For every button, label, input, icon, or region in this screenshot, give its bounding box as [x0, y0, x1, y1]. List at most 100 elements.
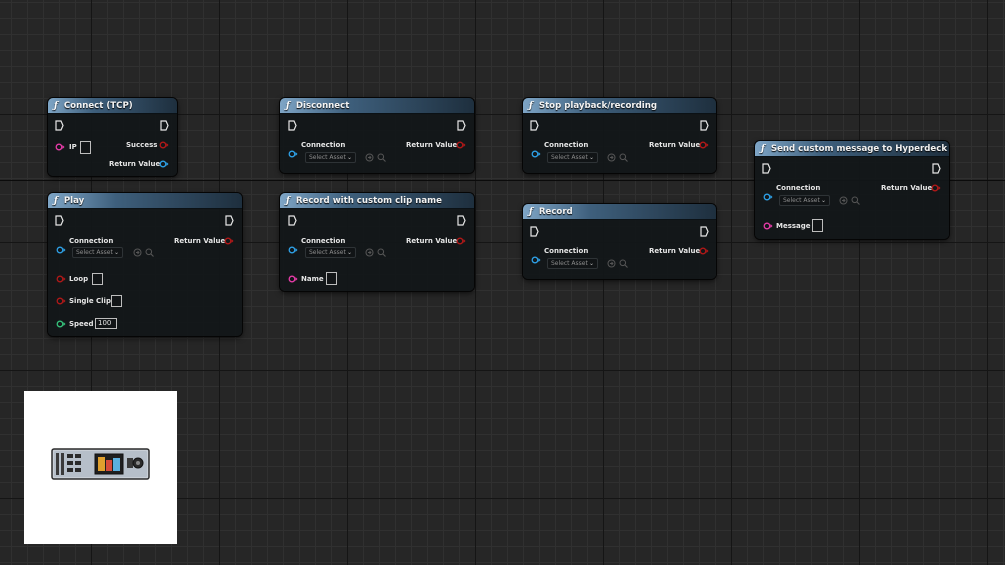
exec-in-pin-icon[interactable] [762, 163, 771, 174]
loop-pin-icon[interactable] [56, 275, 66, 283]
select-asset-text: Select Asset [783, 197, 820, 204]
node-header[interactable]: ƒ Stop playback/recording [523, 98, 716, 114]
browse-icon[interactable] [839, 196, 848, 205]
select-asset-dropdown[interactable]: Select Asset ⌄ [779, 195, 830, 206]
return-value-label: Return Value [174, 237, 226, 245]
select-asset-dropdown[interactable]: Select Asset ⌄ [305, 247, 356, 258]
name-input[interactable] [326, 272, 337, 285]
connection-pin-icon[interactable] [56, 246, 66, 254]
node-header[interactable]: ƒ Record [523, 204, 716, 220]
return-value-pin-icon[interactable] [224, 237, 234, 245]
ip-pin-icon[interactable] [55, 143, 65, 151]
browse-icon[interactable] [607, 259, 616, 268]
node-record-custom-clip[interactable]: ƒ Record with custom clip name Connection… [280, 193, 474, 291]
single-clip-pin-icon[interactable] [56, 297, 66, 305]
chevron-down-icon: ⌄ [820, 197, 826, 204]
exec-in-pin-icon[interactable] [530, 226, 539, 237]
connection-pin-icon[interactable] [531, 150, 541, 158]
select-asset-dropdown[interactable]: Select Asset ⌄ [547, 258, 598, 269]
node-disconnect[interactable]: ƒ Disconnect Connection Select Asset ⌄ Ret… [280, 98, 474, 173]
select-asset-text: Select Asset [309, 249, 346, 256]
return-value-pin-icon[interactable] [931, 184, 941, 192]
search-icon[interactable] [377, 153, 386, 162]
exec-in-pin-icon[interactable] [55, 120, 64, 131]
single-clip-checkbox[interactable] [111, 295, 122, 307]
connection-pin-icon[interactable] [531, 256, 541, 264]
function-icon: ƒ [54, 100, 58, 111]
browse-icon[interactable] [365, 153, 374, 162]
connection-pin-icon[interactable] [763, 193, 773, 201]
function-icon: ƒ [286, 195, 290, 206]
exec-out-pin-icon[interactable] [457, 120, 466, 131]
return-value-label: Return Value [649, 247, 701, 255]
exec-in-pin-icon[interactable] [530, 120, 539, 131]
exec-out-pin-icon[interactable] [700, 120, 709, 131]
loop-label: Loop [69, 275, 89, 283]
browse-icon[interactable] [365, 248, 374, 257]
search-icon[interactable] [619, 153, 628, 162]
node-header[interactable]: ƒ Connect (TCP) [48, 98, 177, 114]
chevron-down-icon: ⌄ [346, 249, 352, 256]
search-icon[interactable] [851, 196, 860, 205]
ip-input[interactable] [80, 141, 91, 154]
node-stop-playback[interactable]: ƒ Stop playback/recording Connection Sele… [523, 98, 716, 173]
browse-icon[interactable] [607, 153, 616, 162]
speed-input[interactable]: 100 [95, 318, 117, 329]
return-value-pin-icon[interactable] [456, 237, 466, 245]
search-icon[interactable] [145, 248, 154, 257]
success-pin-icon[interactable] [159, 141, 169, 149]
select-asset-dropdown[interactable]: Select Asset ⌄ [547, 152, 598, 163]
function-icon: ƒ [54, 195, 58, 206]
function-icon: ƒ [529, 100, 533, 111]
exec-in-pin-icon[interactable] [288, 215, 297, 226]
message-input[interactable] [812, 219, 823, 232]
connection-label: Connection [301, 141, 346, 149]
exec-out-pin-icon[interactable] [700, 226, 709, 237]
return-value-pin-icon[interactable] [456, 141, 466, 149]
return-value-pin-icon[interactable] [699, 247, 709, 255]
node-title: Play [63, 195, 85, 206]
name-label: Name [301, 275, 324, 283]
hyperdeck-device-icon [51, 448, 150, 480]
function-icon: ƒ [286, 100, 290, 111]
select-asset-dropdown[interactable]: Select Asset ⌄ [305, 152, 356, 163]
select-asset-text: Select Asset [76, 249, 113, 256]
exec-in-pin-icon[interactable] [288, 120, 297, 131]
return-value-pin-icon[interactable] [699, 141, 709, 149]
exec-out-pin-icon[interactable] [932, 163, 941, 174]
node-connect-tcp[interactable]: ƒ Connect (TCP) IP Success Return Value [48, 98, 177, 176]
name-pin-icon[interactable] [288, 275, 298, 283]
ip-label: IP [69, 143, 77, 151]
connection-pin-icon[interactable] [288, 246, 298, 254]
node-title: Connect (TCP) [63, 100, 133, 111]
node-header[interactable]: ƒ Play [48, 193, 242, 209]
exec-out-pin-icon[interactable] [457, 215, 466, 226]
node-record[interactable]: ƒ Record Connection Select Asset ⌄ Return … [523, 204, 716, 279]
connection-label: Connection [301, 237, 346, 245]
node-header[interactable]: ƒ Disconnect [280, 98, 474, 114]
select-asset-dropdown[interactable]: Select Asset ⌄ [72, 247, 123, 258]
node-play[interactable]: ƒ Play Connection Select Asset ⌄ Return Va… [48, 193, 242, 336]
search-icon[interactable] [377, 248, 386, 257]
chevron-down-icon: ⌄ [113, 249, 119, 256]
browse-icon[interactable] [133, 248, 142, 257]
return-value-pin-icon[interactable] [159, 160, 169, 168]
loop-checkbox[interactable] [92, 273, 103, 285]
select-asset-text: Select Asset [309, 154, 346, 161]
speed-pin-icon[interactable] [56, 320, 66, 328]
exec-in-pin-icon[interactable] [55, 215, 64, 226]
node-title: Record with custom clip name [295, 195, 442, 206]
connection-label: Connection [776, 184, 821, 192]
node-title: Send custom message to Hyperdeck [770, 143, 948, 154]
select-asset-text: Select Asset [551, 154, 588, 161]
node-send-custom-message[interactable]: ƒ Send custom message to Hyperdeck Connec… [755, 141, 949, 239]
search-icon[interactable] [619, 259, 628, 268]
exec-out-pin-icon[interactable] [225, 215, 234, 226]
message-pin-icon[interactable] [763, 222, 773, 230]
node-header[interactable]: ƒ Send custom message to Hyperdeck [755, 141, 949, 157]
exec-out-pin-icon[interactable] [160, 120, 169, 131]
connection-pin-icon[interactable] [288, 150, 298, 158]
node-header[interactable]: ƒ Record with custom clip name [280, 193, 474, 209]
select-asset-text: Select Asset [551, 260, 588, 267]
return-value-label: Return Value [881, 184, 933, 192]
